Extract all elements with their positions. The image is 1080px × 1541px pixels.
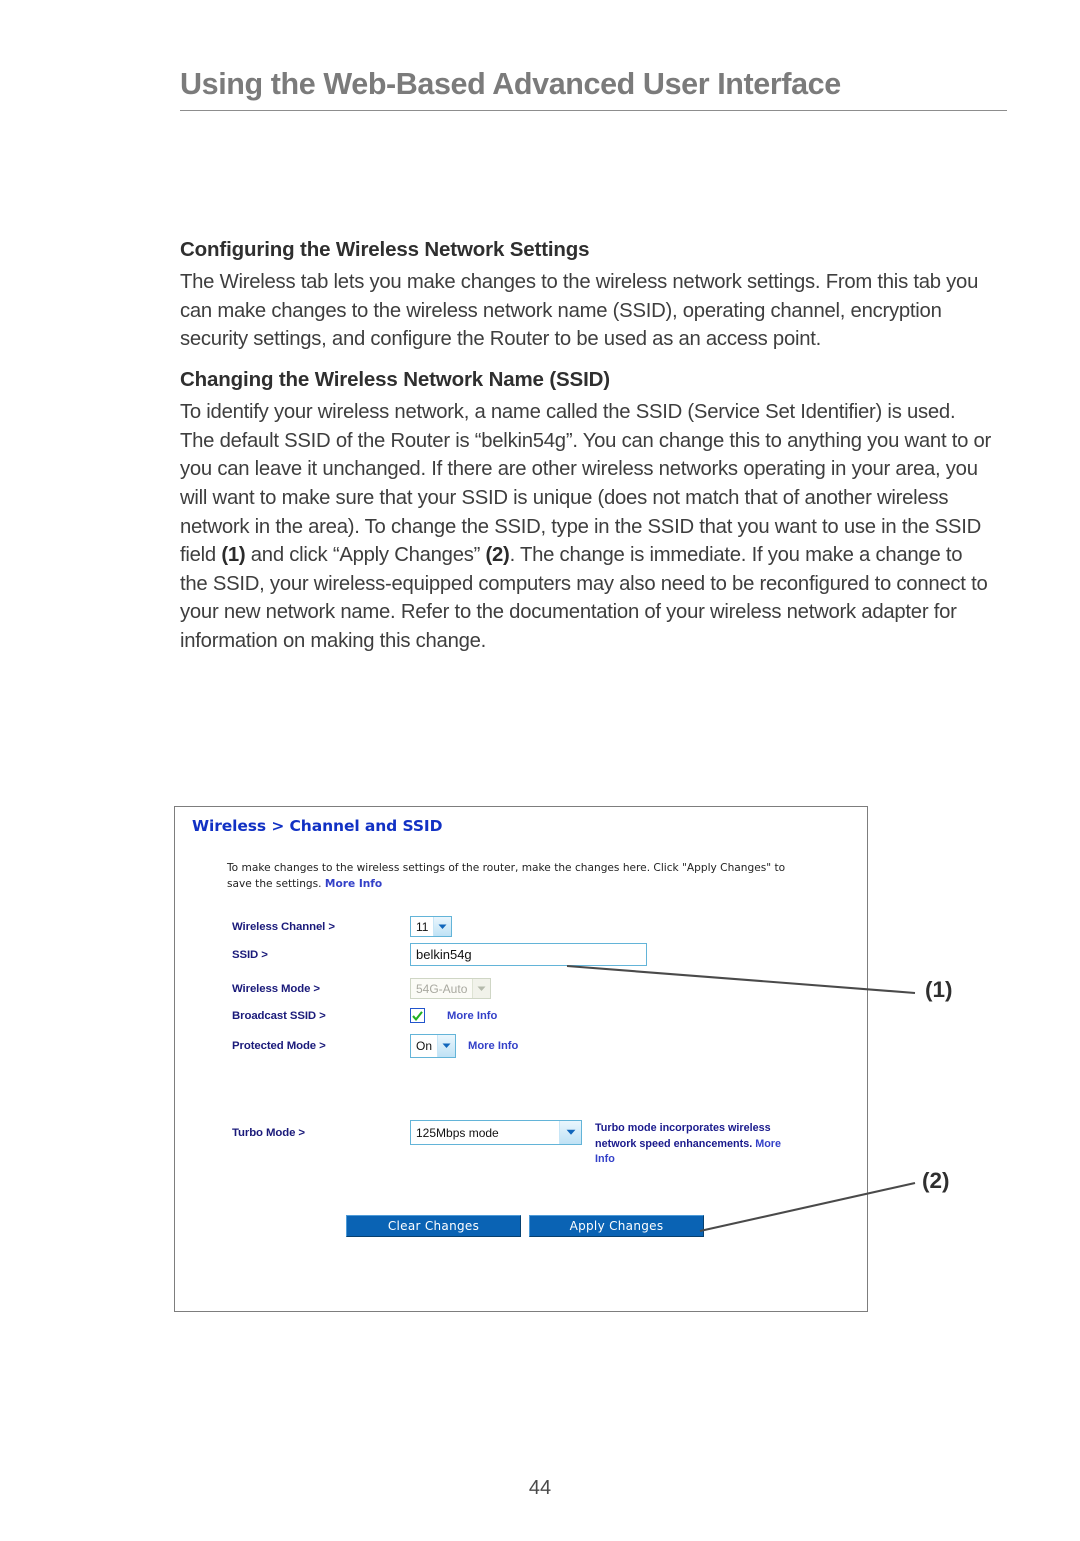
turbo-mode-help-body: Turbo mode incorporates wireless network… — [595, 1122, 771, 1150]
protected-mode-more-info-link[interactable]: More Info — [468, 1040, 518, 1052]
section-heading-changing-ssid: Changing the Wireless Network Name (SSID… — [180, 367, 610, 391]
chevron-down-icon — [472, 979, 491, 998]
label-broadcast-ssid: Broadcast SSID > — [232, 1009, 326, 1022]
panel-intro-text: To make changes to the wireless settings… — [227, 861, 787, 892]
section-heading-configuring: Configuring the Wireless Network Setting… — [180, 238, 590, 261]
apply-changes-button[interactable]: Apply Changes — [529, 1215, 704, 1237]
paragraph-text-part-1: To identify your wireless network, a nam… — [180, 401, 992, 567]
row-turbo-mode: Turbo Mode > 125Mbps mode — [232, 1120, 582, 1145]
select-turbo-mode[interactable]: 125Mbps mode — [410, 1120, 582, 1145]
row-wireless-channel: Wireless Channel > 11 — [232, 916, 453, 937]
broadcast-ssid-checkbox[interactable] — [410, 1008, 425, 1023]
callout-label-2: (2) — [922, 1168, 950, 1193]
main-content: Configuring the Wireless Network Setting… — [180, 238, 992, 656]
callout-label-1: (1) — [925, 977, 953, 1002]
ssid-input[interactable]: belkin54g — [410, 943, 647, 966]
select-protected-mode-value: On — [416, 1039, 433, 1053]
chevron-down-icon — [559, 1121, 581, 1144]
label-ssid: SSID > — [232, 948, 268, 961]
inline-ref-2: (2) — [485, 544, 510, 567]
section-paragraph-configuring: The Wireless tab lets you make changes t… — [180, 271, 979, 351]
chevron-down-icon — [437, 1035, 456, 1057]
paragraph-text-part-2: and click “Apply Changes” — [245, 544, 486, 567]
label-wireless-channel: Wireless Channel > — [232, 920, 335, 933]
select-protected-mode[interactable]: On — [410, 1034, 457, 1058]
row-wireless-mode: Wireless Mode > 54G-Auto — [232, 978, 492, 999]
label-protected-mode: Protected Mode > — [232, 1040, 326, 1052]
row-protected-mode: Protected Mode > On More Info — [232, 1034, 518, 1058]
clear-changes-button[interactable]: Clear Changes — [346, 1215, 521, 1237]
select-wireless-mode: 54G-Auto — [410, 978, 492, 999]
panel-intro-body: To make changes to the wireless settings… — [227, 862, 786, 890]
checkmark-icon — [412, 1010, 423, 1021]
label-turbo-mode: Turbo Mode > — [232, 1126, 305, 1139]
row-broadcast-ssid: Broadcast SSID > More Info — [232, 1008, 497, 1023]
page-header: Using the Web-Based Advanced User Interf… — [180, 67, 1008, 112]
row-ssid: SSID > belkin54g — [232, 943, 647, 966]
broadcast-ssid-more-info-link[interactable]: More Info — [447, 1010, 497, 1022]
chevron-down-icon — [433, 917, 452, 936]
inline-ref-1: (1) — [221, 544, 246, 567]
panel-intro-more-info-link[interactable]: More Info — [325, 878, 382, 890]
select-wireless-channel-value: 11 — [416, 919, 429, 934]
ssid-input-value: belkin54g — [416, 947, 472, 962]
turbo-mode-help-text: Turbo mode incorporates wireless network… — [595, 1121, 795, 1168]
section-paragraph-changing-ssid: To identify your wireless network, a nam… — [180, 398, 992, 655]
select-turbo-mode-value: 125Mbps mode — [416, 1125, 499, 1140]
panel-breadcrumb-title: Wireless > Channel and SSID — [192, 817, 443, 835]
label-wireless-mode: Wireless Mode > — [232, 982, 320, 995]
page-number: 44 — [528, 1477, 552, 1499]
router-ui-screenshot-panel: Wireless > Channel and SSID To make chan… — [174, 806, 868, 1312]
select-wireless-channel[interactable]: 11 — [410, 916, 453, 937]
page-title: Using the Web-Based Advanced User Interf… — [180, 67, 841, 101]
header-divider — [180, 110, 1007, 112]
select-wireless-mode-value: 54G-Auto — [416, 981, 468, 996]
